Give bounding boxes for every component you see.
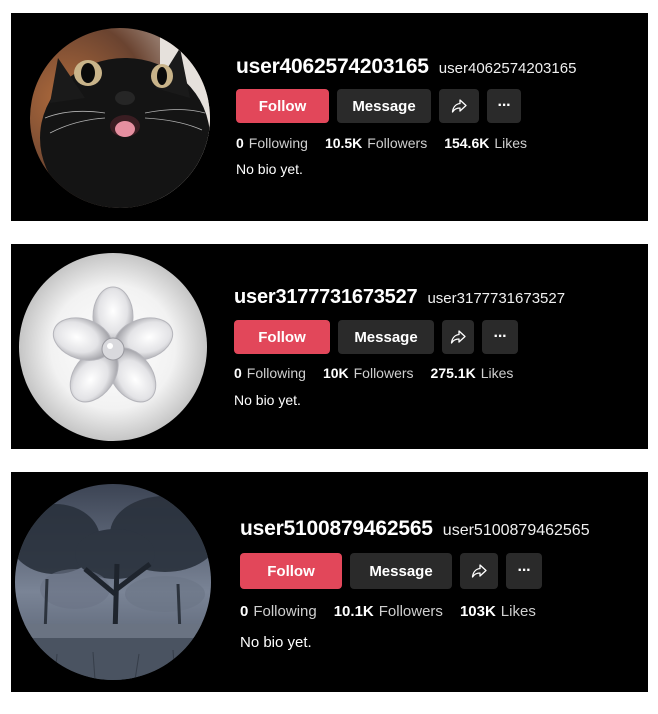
message-button[interactable]: Message [350,553,452,589]
black-cat-avatar-image [30,28,210,208]
profile-username: user5100879462565 [240,517,433,540]
profile-bio: No bio yet. [234,392,301,408]
followers-label: Followers [367,135,428,151]
likes-label: Likes [500,603,536,620]
profile-card-1: user4062574203165 user4062574203165 Foll… [11,13,648,221]
likes-label: Likes [494,135,528,151]
more-icon: ··· [497,97,512,114]
glass-flower-avatar-image [19,253,207,441]
following-stat[interactable]: 0 Following [234,365,306,381]
profile-bio: No bio yet. [240,634,312,651]
followers-count: 10.1K [333,603,374,620]
profile-handle: user3177731673527 [427,290,566,307]
profile-info: user5100879462565 user5100879462565 Foll… [240,517,590,651]
followers-stat[interactable]: 10K Followers [323,365,414,381]
likes-count: 154.6K [444,135,490,151]
followers-count: 10K [322,365,349,381]
profile-info: user4062574203165 user4062574203165 Foll… [236,55,576,177]
following-count: 0 [234,365,242,381]
follow-button[interactable]: Follow [240,553,342,589]
share-button[interactable] [439,89,479,123]
likes-stat: 275.1K Likes [431,365,514,381]
more-options-button[interactable]: ··· [506,553,542,589]
more-options-button[interactable]: ··· [482,320,518,354]
more-icon: ··· [517,562,532,579]
share-icon [451,99,467,113]
follow-button[interactable]: Follow [236,89,329,123]
profile-info: user3177731673527 user3177731673527 Foll… [234,286,565,408]
following-count: 0 [240,603,249,620]
profile-card-2: user3177731673527 user3177731673527 Foll… [11,244,648,449]
profile-handle: user5100879462565 [442,522,590,539]
following-label: Following [248,135,308,151]
profile-avatar[interactable] [30,28,210,208]
followers-stat[interactable]: 10.5K Followers [325,135,427,151]
following-label: Following [246,365,306,381]
follow-button[interactable]: Follow [234,320,330,354]
message-button[interactable]: Message [338,320,434,354]
likes-count: 275.1K [430,365,476,381]
following-stat[interactable]: 0 Following [240,603,317,620]
message-button[interactable]: Message [337,89,431,123]
profile-username: user4062574203165 [236,55,429,78]
share-button[interactable] [442,320,474,354]
followers-label: Followers [353,365,414,381]
profile-handle: user4062574203165 [438,60,577,77]
following-stat[interactable]: 0 Following [236,135,308,151]
followers-count: 10.5K [324,135,363,151]
following-label: Following [253,603,317,620]
share-icon [450,330,466,344]
profile-card-3: user5100879462565 user5100879462565 Foll… [11,472,648,692]
share-button[interactable] [460,553,498,589]
profile-avatar[interactable] [15,484,211,680]
likes-count: 103K [459,603,496,620]
following-count: 0 [236,135,244,151]
followers-stat[interactable]: 10.1K Followers [334,603,443,620]
likes-stat: 103K Likes [460,603,536,620]
share-icon [471,564,487,578]
profile-bio: No bio yet. [236,161,303,177]
followers-label: Followers [378,603,443,620]
more-icon: ··· [493,328,508,345]
profile-avatar[interactable] [19,253,207,441]
likes-stat: 154.6K Likes [444,135,527,151]
more-options-button[interactable]: ··· [487,89,521,123]
misty-forest-avatar-image [15,484,211,680]
profile-username: user3177731673527 [234,286,418,308]
likes-label: Likes [480,365,514,381]
